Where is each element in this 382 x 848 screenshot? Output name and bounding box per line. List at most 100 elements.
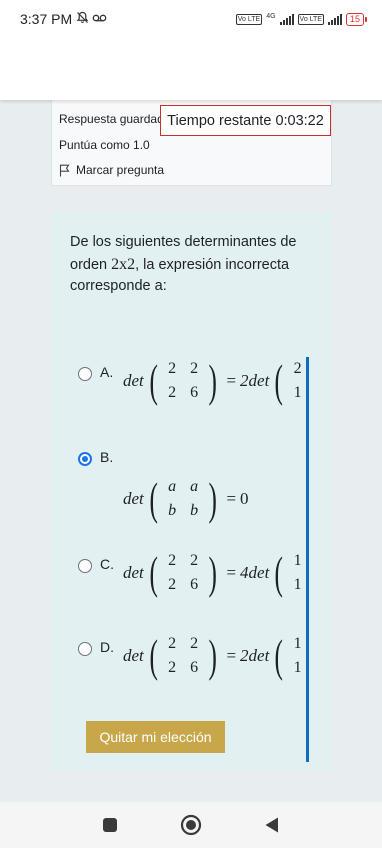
home-circle-icon (180, 814, 202, 836)
rhs-expression: 4det (240, 563, 270, 582)
answer-formula: det ( 2 2 2 6 ) = 4det (1 1 (123, 547, 306, 598)
volte-badge-2: Vo LTE (297, 13, 324, 25)
matrix-cell: 1 (293, 384, 302, 401)
matrix-cell: 2 (293, 360, 302, 377)
timer-label: Tiempo restante (167, 112, 272, 129)
matrix: ( 2 2 2 6 ) (146, 632, 221, 680)
question-math: 2x2 (111, 255, 136, 273)
matrix-cell: b (168, 502, 177, 519)
answer-formula: det ( a a b b ) = 0 (123, 475, 249, 523)
matrix: ( 1 1 (271, 547, 306, 598)
matrix: ( 1 1 (271, 630, 306, 681)
left-paren: ( (149, 473, 158, 524)
matrix-cell: 2 (168, 635, 177, 652)
left-paren: ( (274, 357, 284, 406)
matrix-cell: 2 (190, 360, 199, 377)
rhs-expression: 2det (240, 646, 270, 665)
matrix: ( 2 1 (271, 357, 306, 406)
equals-sign: = (226, 646, 237, 665)
left-paren: ( (149, 357, 158, 406)
equals-sign: = (226, 489, 237, 508)
navigation-bar (0, 802, 382, 848)
matrix-cell: 6 (190, 384, 199, 401)
matrix: ( 2 2 2 6 ) (146, 357, 221, 405)
rhs-expression: 0 (240, 489, 249, 508)
question-status: Respuesta guardada (59, 112, 171, 126)
radio-b[interactable] (78, 452, 92, 466)
matrix-cell: a (190, 478, 199, 495)
network-type: 4G (266, 12, 276, 20)
matrix-cell: 2 (190, 552, 199, 569)
back-triangle-icon (265, 817, 278, 833)
answer-formula: det ( 2 2 2 6 ) = 2det ( (123, 357, 306, 406)
matrix-cell: 2 (168, 659, 177, 676)
right-paren: ) (208, 473, 217, 524)
matrix: ( a a b b ) (146, 475, 221, 523)
quiz-timer: Tiempo restante 0:03:22 (160, 105, 331, 136)
square-recents-icon (103, 818, 118, 832)
flag-icon (59, 164, 71, 177)
right-paren: ) (208, 357, 217, 406)
answer-option-d[interactable]: D. det ( 2 2 2 6 ) = 2det (1 1 (70, 630, 306, 712)
question-marks: Puntúa como 1.0 (59, 138, 150, 152)
answer-letter: D. (100, 639, 114, 655)
matrix-cell: 2 (168, 384, 177, 401)
mute-icon (76, 11, 89, 27)
answer-options: A. det ( 2 2 2 6 ) = 2det (2 1 B. det (… (70, 357, 309, 762)
left-paren: ( (149, 630, 158, 681)
back-button[interactable] (252, 805, 292, 845)
left-paren: ( (149, 547, 158, 598)
app-header (0, 38, 382, 100)
question-text: De los siguientes determinantes de orden… (70, 232, 320, 298)
matrix-cell: a (168, 478, 177, 495)
volte-badge: Vo LTE (235, 13, 263, 25)
signal-icon-2 (327, 13, 342, 25)
answer-option-c[interactable]: C. det ( 2 2 2 6 ) = 4det (1 1 (70, 547, 306, 629)
matrix-cell: 2 (190, 635, 199, 652)
answer-letter: C. (100, 556, 114, 572)
answer-letter: A. (100, 364, 114, 380)
matrix-cell: 1 (293, 635, 302, 652)
left-paren: ( (274, 547, 284, 598)
status-bar: 3:37 PM Vo LTE 4G Vo LTE 15 (0, 0, 382, 38)
battery-icon: 15 (345, 12, 368, 26)
timer-value: 0:03:22 (275, 112, 324, 129)
det-label: det (123, 646, 144, 665)
right-paren: ) (208, 630, 217, 681)
battery-level: 15 (349, 14, 360, 24)
home-button[interactable] (171, 805, 211, 845)
clear-choice-button[interactable]: Quitar mi elección (86, 721, 225, 753)
rhs-expression: 2det (240, 371, 270, 390)
matrix-cell: 6 (190, 659, 199, 676)
voicemail-icon (92, 11, 107, 27)
left-paren: ( (274, 630, 284, 681)
matrix: ( 2 2 2 6 ) (146, 549, 221, 597)
flag-question-label: Marcar pregunta (76, 163, 165, 177)
quiz-page: Respuesta guardada Puntúa como 1.0 Marca… (0, 100, 382, 802)
matrix-cell: 2 (168, 360, 177, 377)
radio-a[interactable] (78, 367, 92, 381)
answer-formula: det ( 2 2 2 6 ) = 2det ( (123, 630, 306, 681)
det-label: det (123, 563, 144, 582)
matrix-cell: 1 (293, 552, 302, 569)
det-label: det (123, 371, 144, 390)
clock: 3:37 PM (20, 11, 73, 27)
det-label: det (123, 489, 144, 508)
matrix-cell: 2 (168, 552, 177, 569)
matrix-cell: 6 (190, 576, 199, 593)
signal-icon (279, 13, 294, 25)
flag-question-link[interactable]: Marcar pregunta (59, 163, 164, 177)
recents-button[interactable] (90, 805, 130, 845)
matrix-cell: 1 (293, 576, 302, 593)
equals-sign: = (226, 371, 237, 390)
equals-sign: = (226, 563, 237, 582)
answer-option-a[interactable]: A. det ( 2 2 2 6 ) = 2det (2 1 (70, 357, 306, 437)
radio-d[interactable] (78, 642, 92, 656)
answer-option-b[interactable]: B. det ( a a b b ) = 0 (70, 439, 306, 539)
radio-c[interactable] (78, 559, 92, 573)
right-paren: ) (208, 547, 217, 598)
question-box: De los siguientes determinantes de orden… (51, 212, 332, 772)
matrix-cell: 2 (168, 576, 177, 593)
matrix-cell: 1 (293, 659, 302, 676)
answer-letter: B. (100, 449, 114, 465)
